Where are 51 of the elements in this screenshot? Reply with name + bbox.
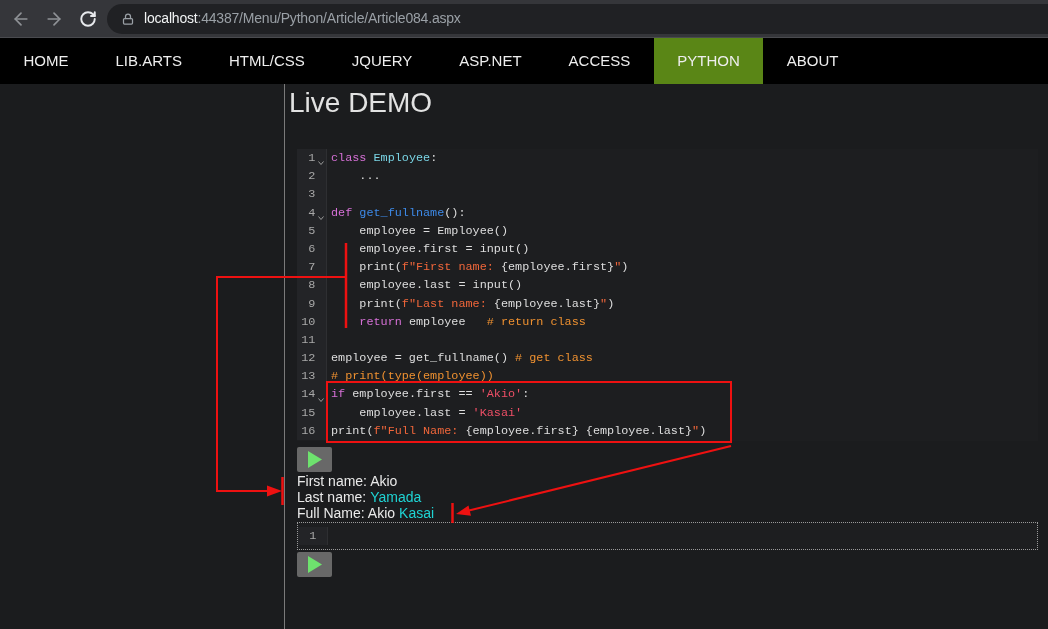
marker-line xyxy=(451,503,454,523)
line-number: 13 xyxy=(300,368,316,386)
code-line: employee.last = input() xyxy=(358,277,523,295)
code-line: employee.last = 'Kasai' xyxy=(358,404,523,422)
code-line: ... xyxy=(358,168,381,186)
marker-line xyxy=(281,477,284,505)
code-line: # print(type(employee)) xyxy=(331,368,494,386)
nav-link[interactable]: PYTHON xyxy=(653,38,764,84)
line-number: 14 xyxy=(300,386,316,404)
line-number: 5 xyxy=(307,222,316,240)
code-line: employee.first = input() xyxy=(358,240,530,258)
code-line: print(f"First name: {employee.first}") xyxy=(358,259,629,277)
highlighted-output-text: Yamada xyxy=(370,489,422,505)
fold-chevron-icon[interactable] xyxy=(317,215,324,220)
line-number: 6 xyxy=(307,240,316,258)
reload-icon[interactable] xyxy=(79,9,97,28)
fold-chevron-icon[interactable] xyxy=(317,161,324,166)
code-line: employee = get_fullname() # get class xyxy=(331,350,593,368)
code-line: print(f"Last name: {employee.last}") xyxy=(358,295,615,313)
line-number: 7 xyxy=(307,259,316,277)
code-line: if employee.first == 'Akio': xyxy=(331,386,530,404)
line-number: 8 xyxy=(307,277,316,295)
highlighted-output-text: Kasai xyxy=(399,505,435,521)
play-icon xyxy=(307,451,322,468)
output-text: Last name: xyxy=(297,489,367,505)
line-number: 1 xyxy=(308,528,317,545)
code-input[interactable]: 1 xyxy=(297,522,1038,551)
fold-chevron-icon[interactable] xyxy=(317,397,324,402)
code-line: class Employee: xyxy=(331,150,438,167)
line-number: 11 xyxy=(300,331,316,349)
line-number: 15 xyxy=(300,404,316,422)
line-number: 3 xyxy=(307,186,316,204)
run-button[interactable] xyxy=(297,552,332,578)
output-text: Full Name: Akio xyxy=(297,505,396,521)
address-bar[interactable]: localhost:44387/Menu/Python/Article/Article084.aspx xyxy=(107,3,1048,34)
line-number: 16 xyxy=(300,422,316,440)
play-icon xyxy=(307,556,322,574)
line-number: 9 xyxy=(307,295,316,313)
line-number: 2 xyxy=(307,168,316,186)
line-number: 1 xyxy=(307,150,316,167)
page-title: Live DEMO xyxy=(289,87,433,119)
code-line: return employee # return class xyxy=(358,313,586,331)
output-text: First name: Akio xyxy=(297,473,398,489)
code-line: employee = Employee() xyxy=(358,222,508,240)
code-line: print(f"Full Name: {employee.first} {employee.last}") xyxy=(331,422,707,440)
lock-icon xyxy=(122,12,134,25)
code-line: def get_fullname(): xyxy=(331,204,466,222)
line-number: 4 xyxy=(307,204,316,222)
line-number: 10 xyxy=(300,313,316,331)
url-text: localhost:44387/Menu/Python/Article/Article084.aspx xyxy=(144,9,461,28)
line-number: 12 xyxy=(300,350,316,368)
